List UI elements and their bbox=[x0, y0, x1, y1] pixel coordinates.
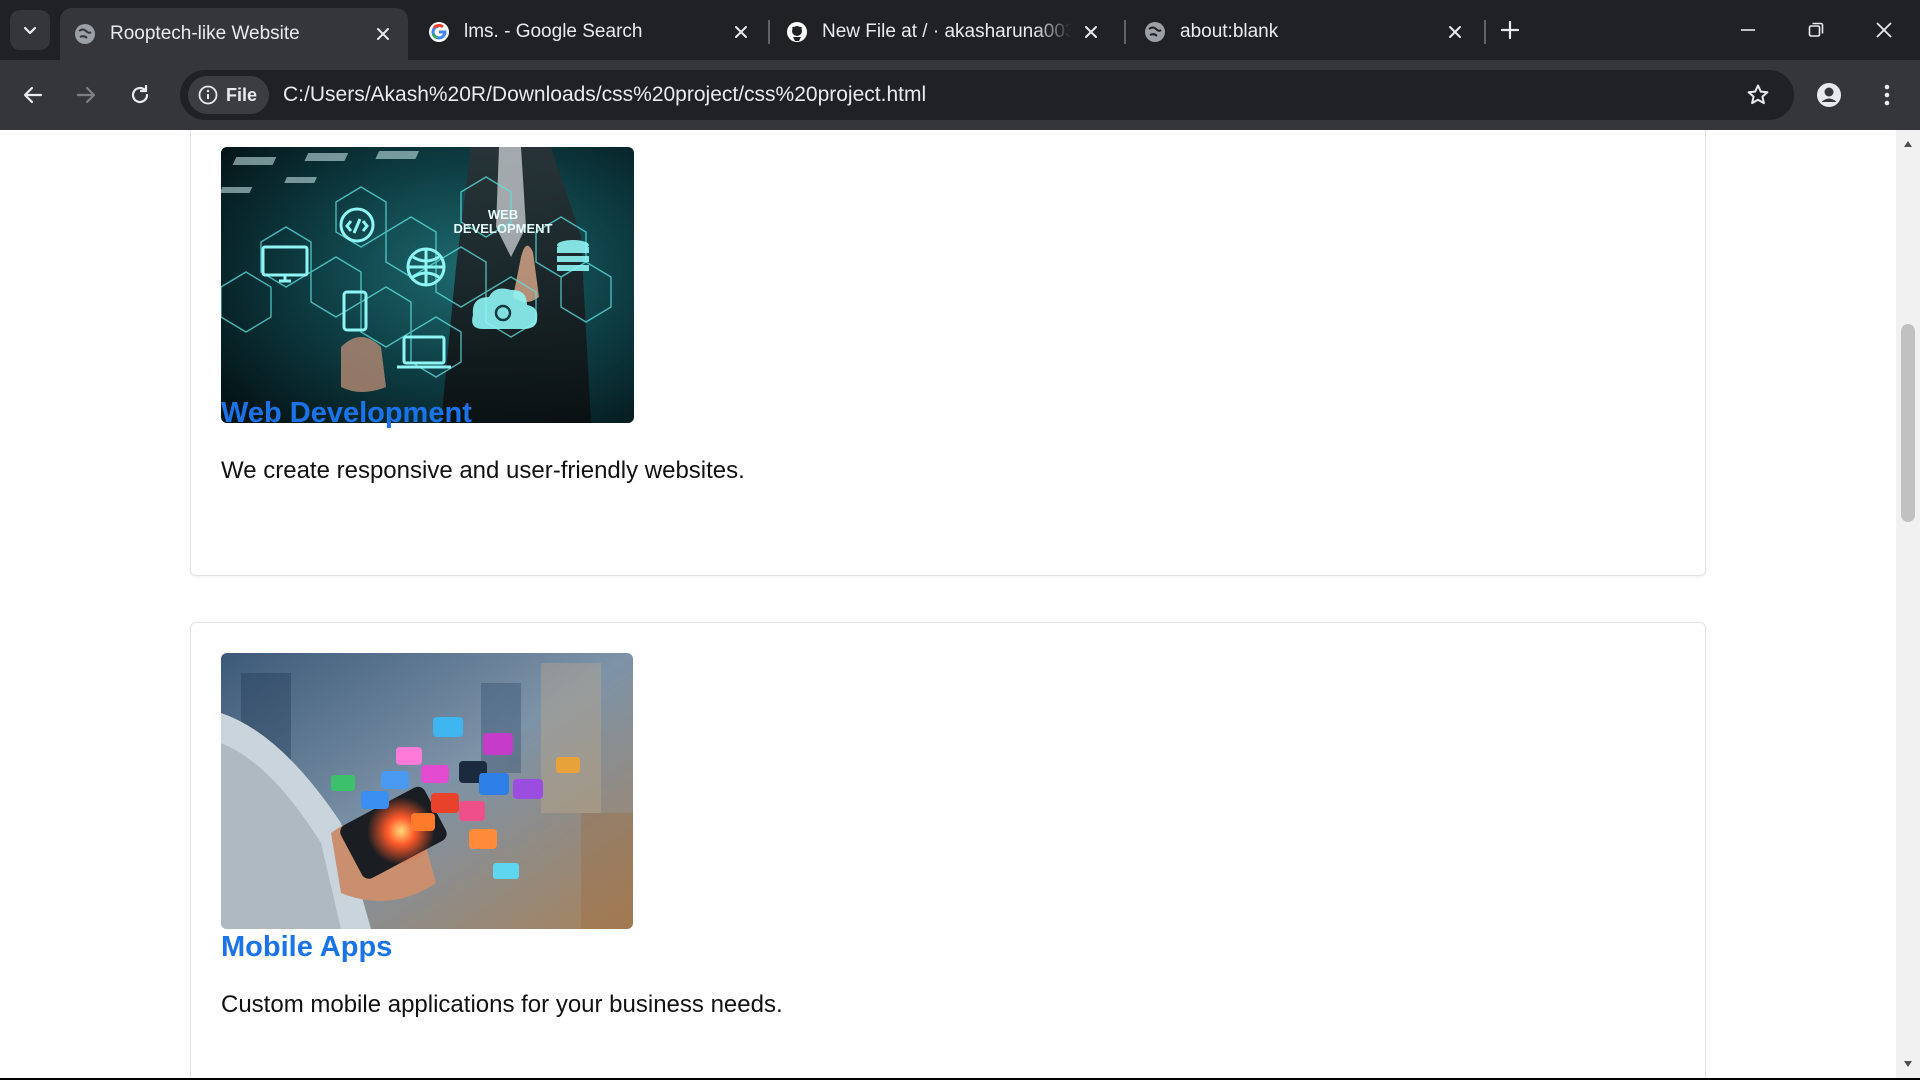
close-icon[interactable] bbox=[372, 23, 394, 45]
tab-title: Rooptech-like Website bbox=[110, 23, 300, 44]
close-icon[interactable] bbox=[730, 21, 752, 43]
site-info-chip[interactable]: File bbox=[188, 76, 270, 114]
bookmark-star-icon[interactable] bbox=[1744, 81, 1772, 109]
mobile-apps-image bbox=[221, 653, 633, 929]
close-icon[interactable] bbox=[1080, 21, 1102, 43]
url-text[interactable]: C:/Users/Akash%20R/Downloads/css%20proje… bbox=[283, 83, 926, 107]
profile-button[interactable] bbox=[1812, 78, 1846, 112]
service-card-mobile-apps: Mobile Apps Custom mobile applications f… bbox=[190, 622, 1706, 1078]
close-icon bbox=[1876, 22, 1892, 38]
chevron-down-icon bbox=[23, 26, 37, 35]
back-button[interactable] bbox=[13, 75, 53, 115]
tab-title: New File at / · akasharuna003/c bbox=[822, 21, 1072, 42]
service-description: We create responsive and user-friendly w… bbox=[221, 457, 745, 484]
tab-separator bbox=[1124, 20, 1126, 44]
globe-icon bbox=[1144, 21, 1166, 43]
service-title: Web Development bbox=[221, 397, 472, 429]
scroll-down-arrow-icon[interactable] bbox=[1896, 1054, 1920, 1074]
service-title: Mobile Apps bbox=[221, 931, 393, 963]
arrow-right-icon bbox=[76, 86, 96, 104]
tab-search-button[interactable] bbox=[10, 10, 50, 50]
minimize-button[interactable] bbox=[1714, 0, 1782, 60]
info-icon bbox=[198, 85, 218, 105]
close-window-button[interactable] bbox=[1850, 0, 1918, 60]
plus-icon bbox=[1500, 20, 1520, 40]
kebab-menu-icon bbox=[1884, 84, 1890, 106]
tab-title: about:blank bbox=[1180, 21, 1279, 42]
profile-icon bbox=[1817, 83, 1841, 107]
new-tab-button[interactable] bbox=[1494, 14, 1526, 46]
vertical-scrollbar[interactable] bbox=[1896, 130, 1920, 1078]
arrow-left-icon bbox=[23, 86, 43, 104]
tab-about-blank[interactable]: about:blank bbox=[1130, 10, 1480, 54]
browser-toolbar: File C:/Users/Akash%20R/Downloads/css%20… bbox=[0, 60, 1920, 130]
tab-separator bbox=[768, 20, 770, 44]
close-icon[interactable] bbox=[1444, 21, 1466, 43]
service-card-web-development: WEB DEVELOPMENT Web Development We creat… bbox=[190, 130, 1706, 576]
minimize-icon bbox=[1741, 29, 1755, 31]
forward-button[interactable] bbox=[66, 75, 106, 115]
tab-title: lms. - Google Search bbox=[464, 21, 643, 42]
tab-separator bbox=[1484, 20, 1486, 44]
tab-rooptech[interactable]: Rooptech-like Website bbox=[60, 8, 408, 60]
browser-menu-button[interactable] bbox=[1870, 78, 1904, 112]
google-icon bbox=[428, 21, 450, 43]
scroll-up-arrow-icon[interactable] bbox=[1896, 134, 1920, 154]
site-chip-label: File bbox=[226, 84, 258, 105]
image-caption-line1: WEB bbox=[488, 207, 518, 222]
tab-google-search[interactable]: lms. - Google Search bbox=[414, 10, 766, 54]
tab-github[interactable]: New File at / · akasharuna003/c bbox=[772, 10, 1116, 54]
github-icon bbox=[786, 21, 808, 43]
image-caption-line2: DEVELOPMENT bbox=[454, 221, 553, 236]
restore-icon bbox=[1808, 22, 1824, 37]
restore-button[interactable] bbox=[1782, 0, 1850, 60]
scrollbar-thumb[interactable] bbox=[1901, 324, 1915, 522]
service-description: Custom mobile applications for your busi… bbox=[221, 991, 783, 1018]
reload-button[interactable] bbox=[120, 75, 160, 115]
page-viewport: WEB DEVELOPMENT Web Development We creat… bbox=[0, 130, 1896, 1078]
globe-icon bbox=[74, 23, 96, 45]
reload-icon bbox=[131, 84, 149, 104]
web-development-image: WEB DEVELOPMENT bbox=[221, 147, 634, 423]
tab-strip: Rooptech-like Website lms. - Google Sear… bbox=[0, 0, 1920, 60]
address-bar[interactable]: File C:/Users/Akash%20R/Downloads/css%20… bbox=[180, 70, 1794, 120]
